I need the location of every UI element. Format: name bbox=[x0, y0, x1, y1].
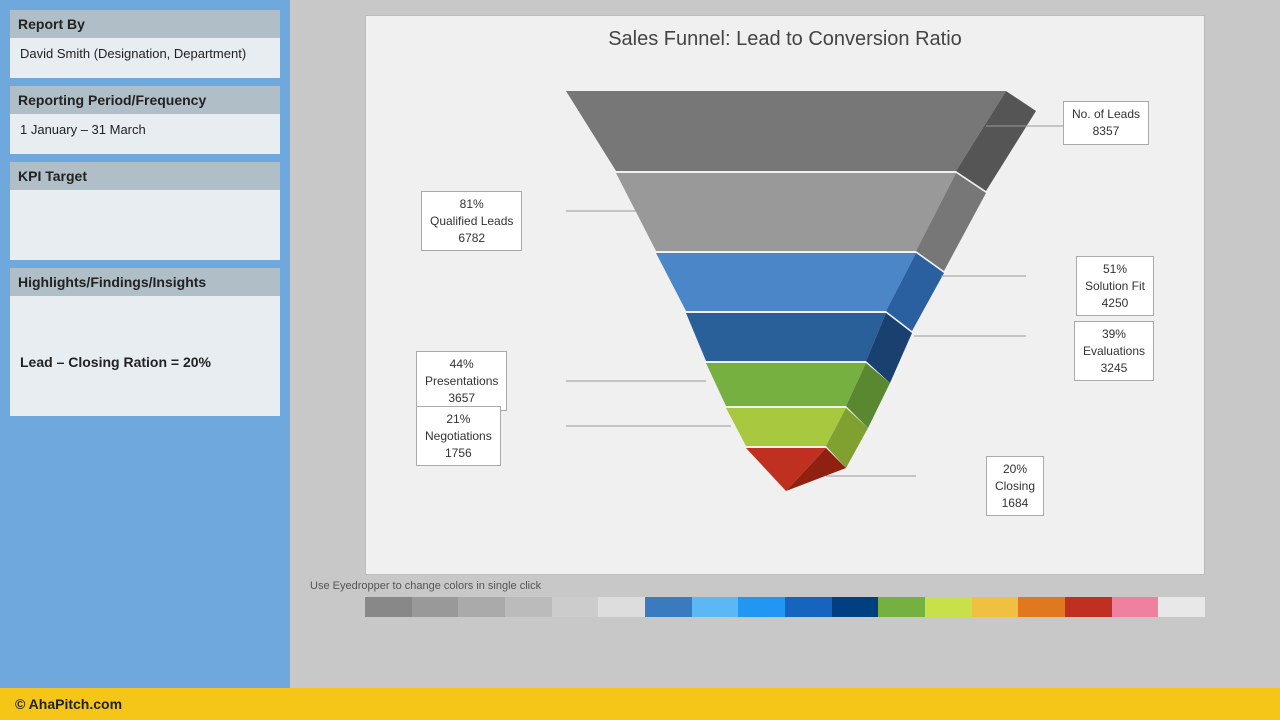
highlights-section: Highlights/Findings/Insights Lead – Clos… bbox=[10, 268, 280, 416]
main-content: Report By David Smith (Designation, Depa… bbox=[0, 0, 1280, 688]
report-by-value: David Smith (Designation, Department) bbox=[10, 38, 280, 78]
palette-color-10 bbox=[785, 597, 832, 617]
palette-bar bbox=[365, 597, 1205, 617]
label-eval-text: Evaluations bbox=[1083, 343, 1145, 360]
label-neg-pct: 21% bbox=[425, 411, 492, 428]
label-pres: 44% Presentations 3657 bbox=[416, 351, 507, 411]
palette-color-14 bbox=[972, 597, 1019, 617]
label-qualified: 81% Qualified Leads 6782 bbox=[421, 191, 522, 251]
kpi-header: KPI Target bbox=[10, 162, 280, 190]
highlights-header: Highlights/Findings/Insights bbox=[10, 268, 280, 296]
palette-color-16 bbox=[1065, 597, 1112, 617]
highlights-body: Lead – Closing Ration = 20% bbox=[10, 296, 280, 416]
footer-text: © AhaPitch.com bbox=[15, 696, 122, 712]
label-closing-value: 1684 bbox=[995, 495, 1035, 512]
kpi-section: KPI Target bbox=[10, 162, 280, 260]
label-solution-text: Solution Fit bbox=[1085, 278, 1145, 295]
palette-color-1 bbox=[365, 597, 412, 617]
period-section: Reporting Period/Frequency 1 January – 3… bbox=[10, 86, 280, 154]
label-solution-value: 4250 bbox=[1085, 295, 1145, 312]
chart-container: Sales Funnel: Lead to Conversion Ratio bbox=[365, 15, 1205, 575]
label-eval-value: 3245 bbox=[1083, 360, 1145, 377]
palette-color-13 bbox=[925, 597, 972, 617]
label-eval-pct: 39% bbox=[1083, 326, 1145, 343]
label-qualified-text: Qualified Leads bbox=[430, 213, 513, 230]
label-neg-text: Negotiations bbox=[425, 428, 492, 445]
chart-title: Sales Funnel: Lead to Conversion Ratio bbox=[366, 16, 1204, 59]
funnel-layer-6 bbox=[726, 408, 846, 446]
palette-color-12 bbox=[878, 597, 925, 617]
label-pres-text: Presentations bbox=[425, 373, 498, 390]
label-qualified-value: 6782 bbox=[430, 230, 513, 247]
palette-color-18 bbox=[1158, 597, 1205, 617]
highlights-value: Lead – Closing Ration = 20% bbox=[20, 354, 270, 370]
palette-color-15 bbox=[1018, 597, 1065, 617]
label-leads-value: 8357 bbox=[1072, 123, 1140, 140]
palette-color-4 bbox=[505, 597, 552, 617]
label-eval: 39% Evaluations 3245 bbox=[1074, 321, 1154, 381]
label-neg-value: 1756 bbox=[425, 445, 492, 462]
palette-color-8 bbox=[692, 597, 739, 617]
label-qualified-pct: 81% bbox=[430, 196, 513, 213]
label-closing-text: Closing bbox=[995, 478, 1035, 495]
label-closing-pct: 20% bbox=[995, 461, 1035, 478]
palette-color-7 bbox=[645, 597, 692, 617]
label-neg: 21% Negotiations 1756 bbox=[416, 406, 501, 466]
funnel-layer-5 bbox=[706, 363, 866, 406]
eyedropper-text: Use Eyedropper to change colors in singl… bbox=[310, 580, 541, 592]
palette-color-3 bbox=[458, 597, 505, 617]
palette-color-17 bbox=[1112, 597, 1159, 617]
palette-color-5 bbox=[552, 597, 599, 617]
label-closing: 20% Closing 1684 bbox=[986, 456, 1044, 516]
palette-color-6 bbox=[598, 597, 645, 617]
report-by-section: Report By David Smith (Designation, Depa… bbox=[10, 10, 280, 78]
palette-color-11 bbox=[832, 597, 879, 617]
label-no-leads: No. of Leads 8357 bbox=[1063, 101, 1149, 145]
label-solution-pct: 51% bbox=[1085, 261, 1145, 278]
report-by-header: Report By bbox=[10, 10, 280, 38]
period-value: 1 January – 31 March bbox=[10, 114, 280, 154]
label-leads-text: No. of Leads bbox=[1072, 106, 1140, 123]
period-header: Reporting Period/Frequency bbox=[10, 86, 280, 114]
funnel-layer-2 bbox=[616, 173, 956, 251]
funnel-layer-3 bbox=[656, 253, 916, 311]
sidebar: Report By David Smith (Designation, Depa… bbox=[0, 0, 290, 688]
footer: © AhaPitch.com bbox=[0, 688, 1280, 720]
label-solution: 51% Solution Fit 4250 bbox=[1076, 256, 1154, 316]
kpi-value bbox=[10, 190, 280, 260]
label-pres-pct: 44% bbox=[425, 356, 498, 373]
palette-color-9 bbox=[738, 597, 785, 617]
palette-color-2 bbox=[412, 597, 459, 617]
funnel-layer-4 bbox=[686, 313, 886, 361]
chart-area: Sales Funnel: Lead to Conversion Ratio bbox=[290, 0, 1280, 688]
funnel-layer-1 bbox=[566, 91, 1006, 171]
label-pres-value: 3657 bbox=[425, 390, 498, 407]
